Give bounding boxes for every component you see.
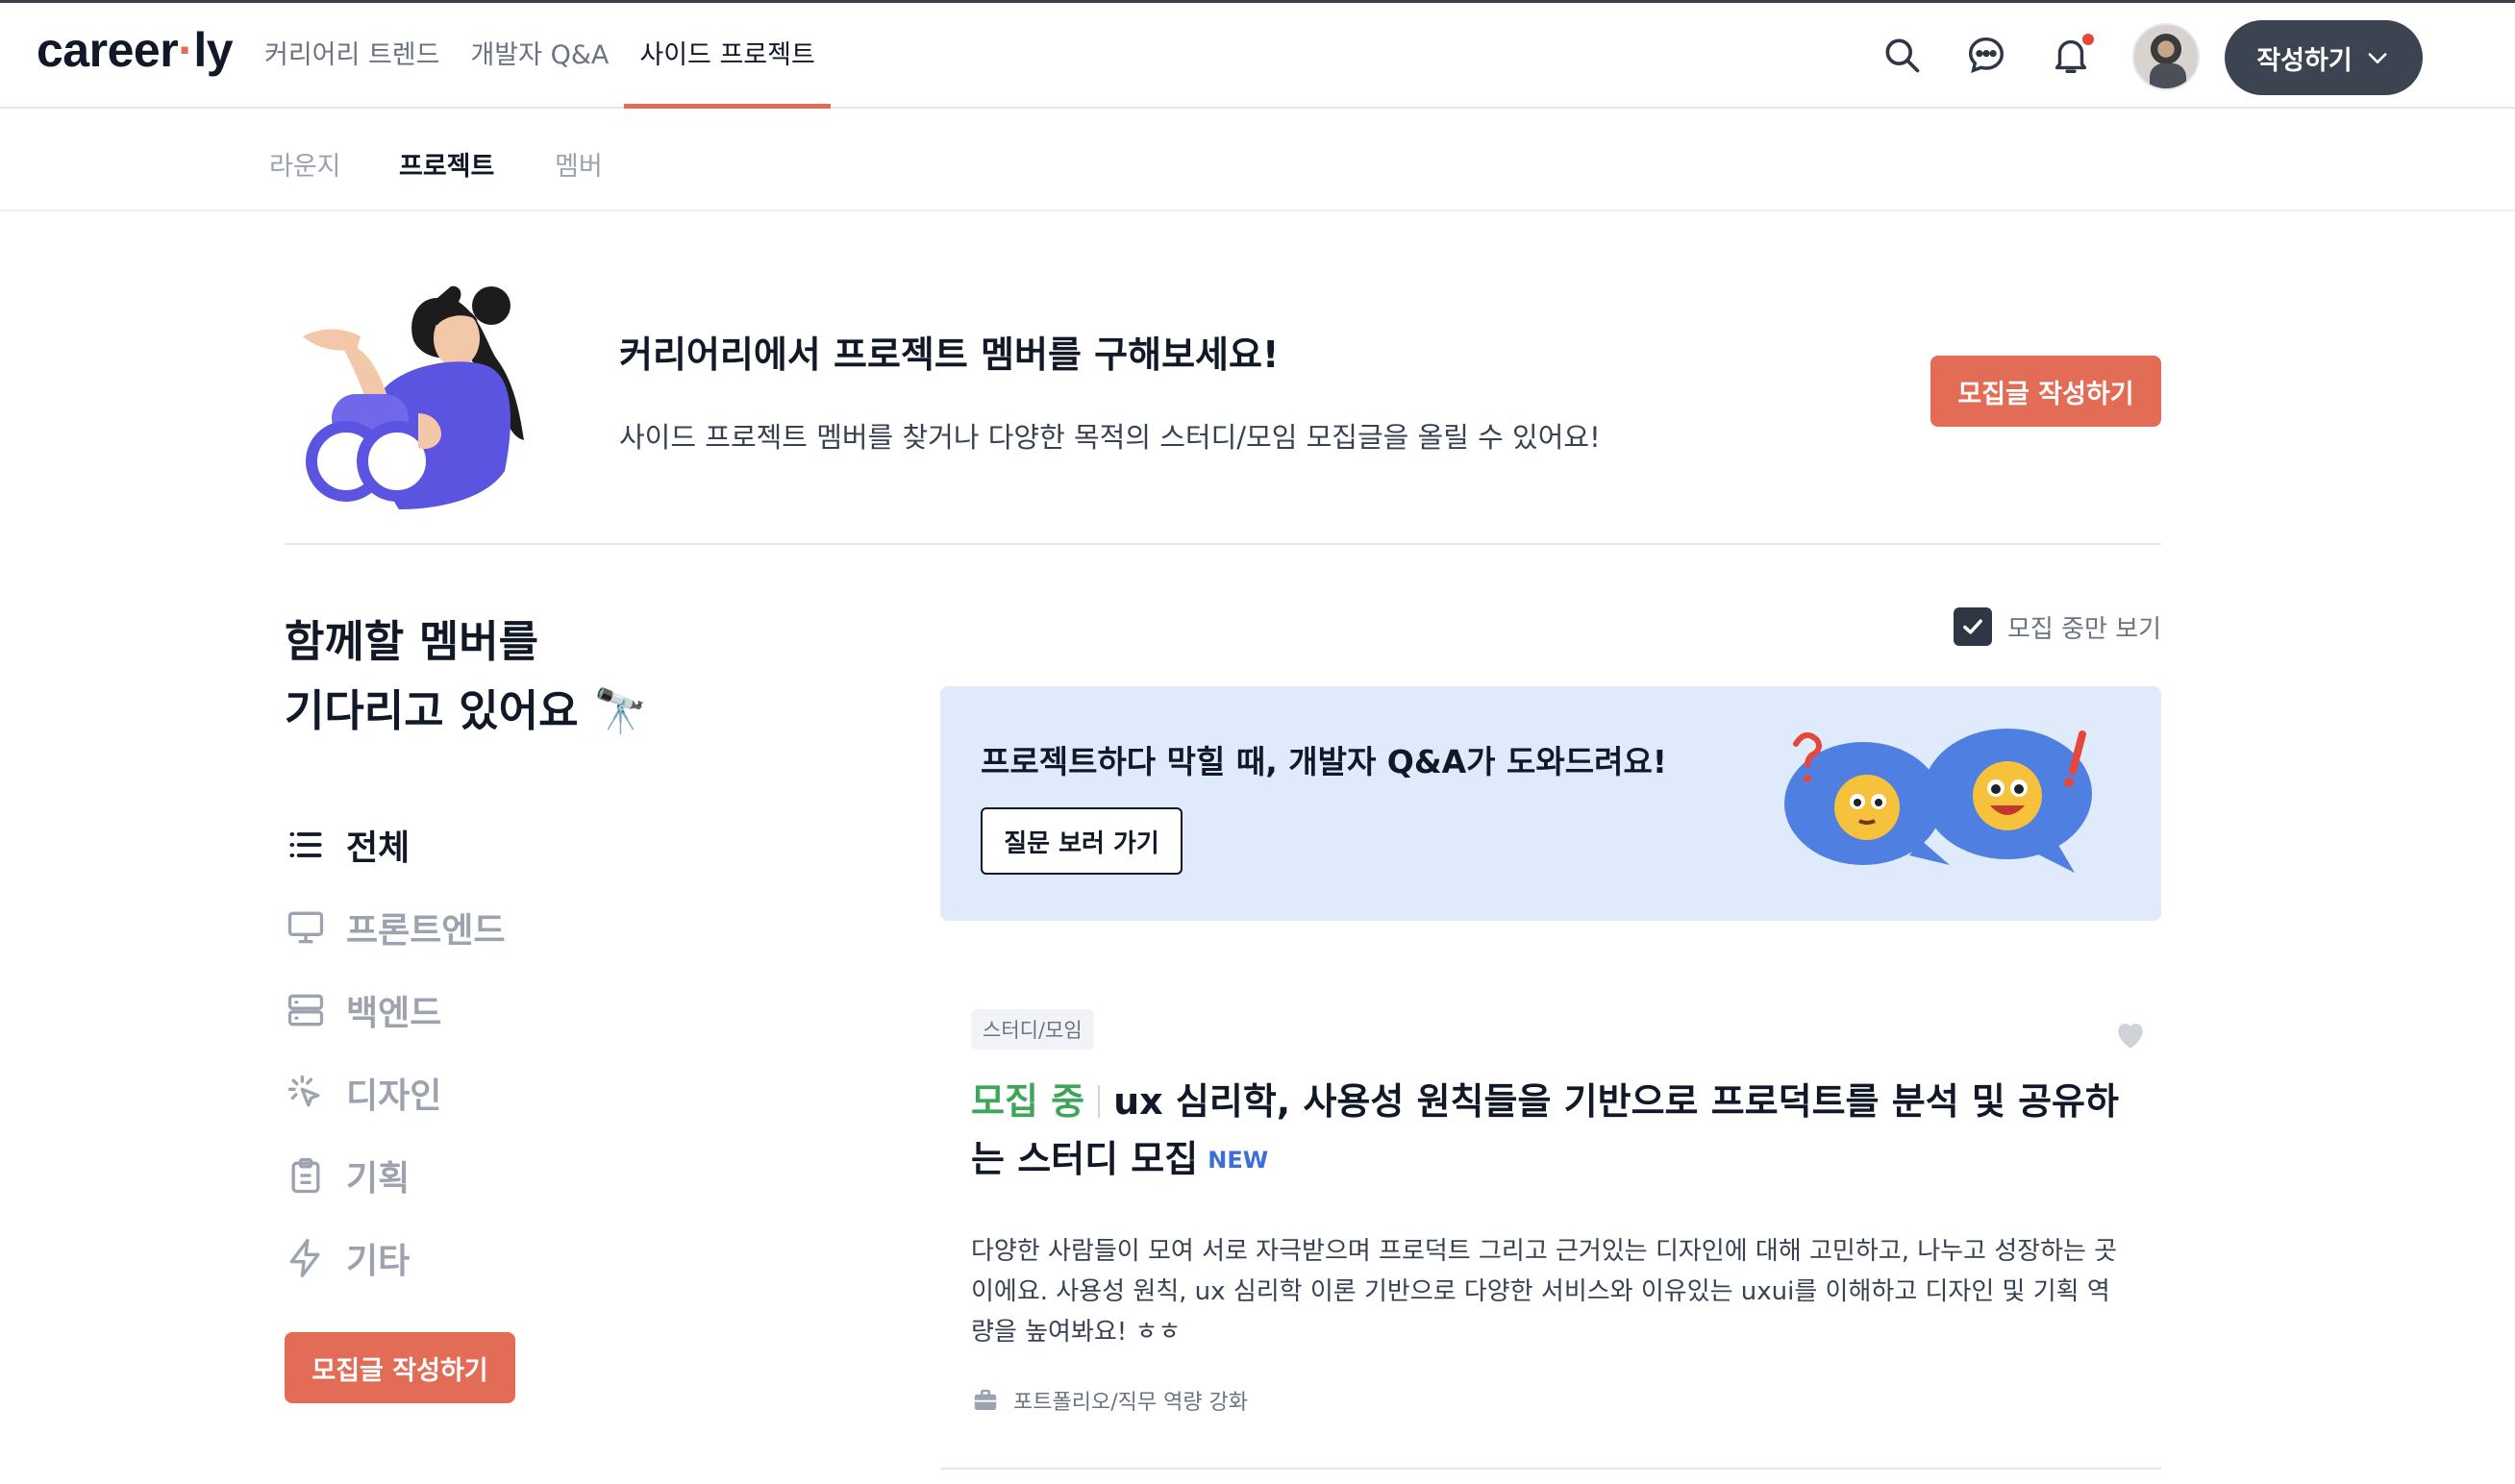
gnb-item-trend[interactable]: 커리어리 트렌드 — [264, 3, 439, 109]
category-label: 기획 — [346, 1159, 411, 1199]
global-nav: 커리어리 트렌드 개발자 Q&A 사이드 프로젝트 — [264, 3, 846, 109]
sub-nav: 라운지 프로젝트 멤버 — [0, 109, 2515, 211]
chat-icon[interactable] — [1961, 30, 2011, 80]
banner-title: 프로젝트하다 막힐 때, 개발자 Q&A가 도와드려요! — [981, 743, 1667, 780]
category-label: 백엔드 — [346, 994, 442, 1033]
briefcase-icon — [974, 1389, 997, 1410]
filter-label: 모집 중만 보기 — [2007, 614, 2162, 644]
post-category-tag[interactable]: 스터디/모임 — [971, 1009, 1094, 1050]
cursor-click-icon — [287, 1075, 320, 1107]
category-label: 디자인 — [346, 1076, 442, 1116]
post-body: 다양한 사람들이 모여 서로 자극받으며 프로덕트 그리고 근거있는 디자인에 … — [971, 1237, 2118, 1347]
post-divider — [940, 1468, 2161, 1470]
subnav-item-member[interactable]: 멤버 — [555, 145, 603, 183]
category-label: 전체 — [346, 829, 411, 868]
notification-dot — [2082, 34, 2094, 45]
gnb-item-dev-qna[interactable]: 개발자 Q&A — [470, 3, 609, 109]
search-icon[interactable] — [1877, 30, 1927, 80]
top-navbar: career·ly 커리어리 트렌드 개발자 Q&A 사이드 프로젝트 작성하기 — [0, 0, 2515, 109]
category-label: 기타 — [346, 1242, 411, 1281]
post-purpose-label: 포트폴리오/직무 역량 강화 — [1013, 1391, 1249, 1415]
clipboard-icon — [291, 1157, 320, 1194]
hero-divider — [285, 543, 2161, 545]
new-badge: NEW — [1208, 1147, 1269, 1174]
heart-icon[interactable] — [2109, 1013, 2152, 1055]
category-item-design[interactable]: 디자인 — [285, 1051, 506, 1134]
category-item-backend[interactable]: 백엔드 — [285, 969, 506, 1051]
subnav-item-project[interactable]: 프로젝트 — [399, 145, 494, 183]
project-post-card[interactable]: 스터디/모임 모집 중 ux 심리학, 사용성 원칙들을 기반으로 프로덕트를 분… — [971, 1009, 2161, 1416]
hero-title: 커리어리에서 프로젝트 멤버를 구해보세요! — [619, 334, 1280, 376]
avatar[interactable] — [2132, 23, 2200, 90]
recruiting-status: 모집 중 — [971, 1080, 1085, 1123]
category-item-frontend[interactable]: 프론트엔드 — [285, 886, 506, 969]
category-item-planning[interactable]: 기획 — [285, 1134, 506, 1217]
lightning-icon — [289, 1239, 320, 1277]
category-list: 전체 프론트엔드 백엔드 디자인 기획 기타 — [285, 804, 506, 1299]
write-button-label: 작성하기 — [2256, 45, 2353, 76]
check-icon — [1963, 619, 1982, 634]
sidebar-heading: 함께할 멤버를 기다리고 있어요 🔭 — [285, 616, 648, 736]
gnb-item-side-project[interactable]: 사이드 프로젝트 — [624, 3, 832, 109]
write-button[interactable]: 작성하기 — [2225, 20, 2423, 95]
dev-qna-banner: 프로젝트하다 막힐 때, 개발자 Q&A가 도와드려요! 질문 보러 가기 — [940, 686, 2161, 921]
chevron-down-icon — [2368, 53, 2387, 63]
title-separator — [1098, 1085, 1101, 1118]
view-questions-button[interactable]: 질문 보러 가기 — [981, 807, 1183, 875]
category-label: 프론트엔드 — [346, 911, 506, 951]
server-icon — [287, 994, 324, 1026]
list-icon — [289, 832, 322, 857]
careerly-logo[interactable]: career·ly — [37, 22, 234, 78]
speech-bubbles-illustration — [1784, 729, 2092, 873]
post-title-text: ux 심리학, 사용성 원칙들을 기반으로 프로덕트를 분석 및 공유하는 스터… — [971, 1080, 2119, 1180]
recruiting-only-filter[interactable]: 모집 중만 보기 — [1954, 607, 2161, 646]
hero-write-post-button[interactable]: 모집글 작성하기 — [1930, 356, 2161, 427]
hero-description: 사이드 프로젝트 멤버를 찾거나 다양한 목적의 스터디/모임 모집글을 올릴 … — [619, 421, 1601, 454]
post-title[interactable]: 모집 중 ux 심리학, 사용성 원칙들을 기반으로 프로덕트를 분석 및 공유하… — [971, 1073, 2134, 1189]
bell-icon[interactable] — [2046, 30, 2096, 80]
sidebar-write-post-button[interactable]: 모집글 작성하기 — [285, 1332, 515, 1403]
recruiting-only-checkbox[interactable] — [1954, 607, 1992, 646]
category-item-all[interactable]: 전체 — [285, 804, 506, 886]
binoculars-woman-illustration — [303, 285, 524, 509]
category-item-etc[interactable]: 기타 — [285, 1217, 506, 1299]
post-purpose: 포트폴리오/직무 역량 강화 — [971, 1385, 2161, 1416]
monitor-icon — [287, 911, 324, 944]
subnav-item-lounge[interactable]: 라운지 — [269, 145, 341, 183]
